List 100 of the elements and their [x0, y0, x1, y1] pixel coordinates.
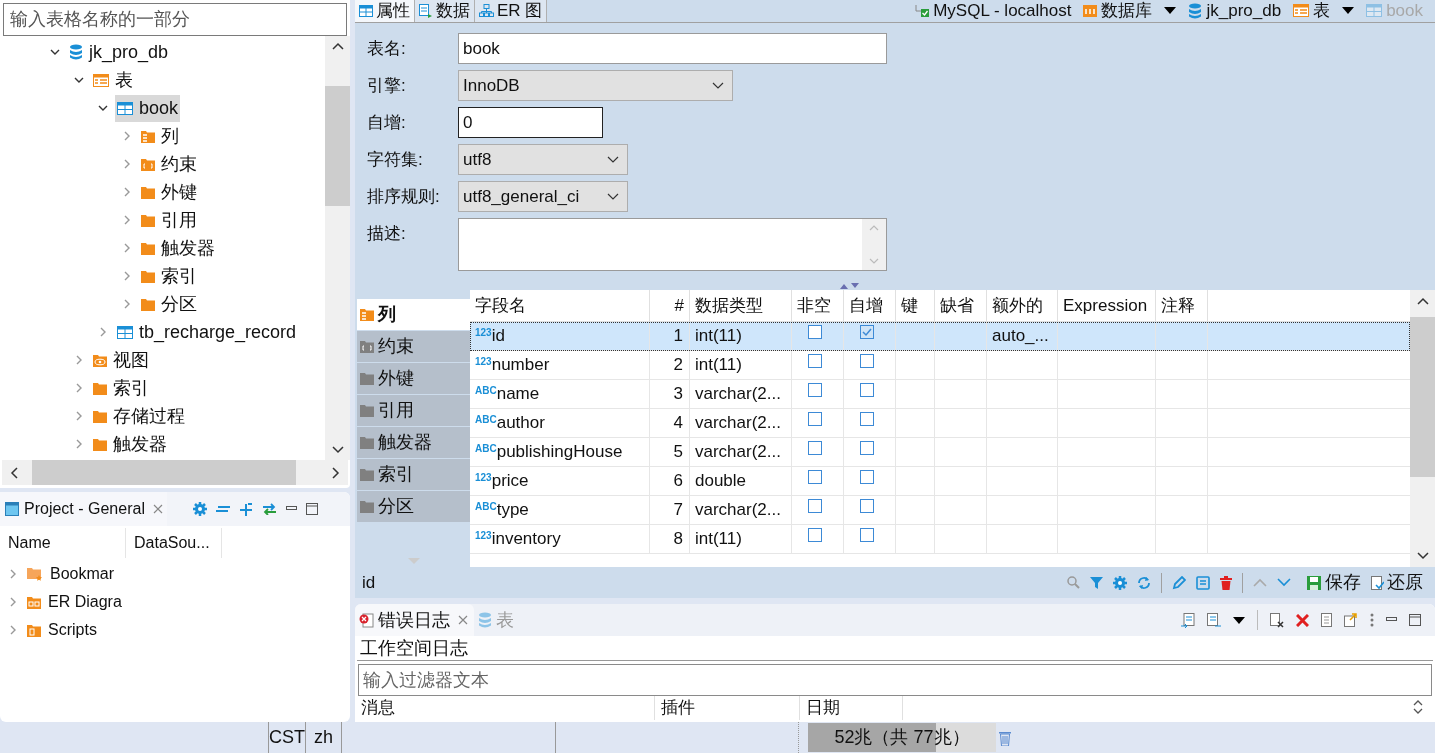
column-header[interactable]: 数据类型 — [690, 290, 792, 321]
tree-item[interactable]: 存储过程 — [91, 402, 187, 430]
tree-item[interactable]: 触发器 — [91, 430, 169, 458]
editor-tab[interactable]: ER 图 — [475, 0, 548, 22]
checkbox[interactable] — [807, 354, 822, 368]
settings-icon[interactable] — [192, 502, 207, 516]
pencil-icon[interactable] — [1172, 575, 1186, 590]
column-header[interactable]: 自增 — [844, 290, 896, 321]
splitter-arrows-icon[interactable] — [840, 283, 860, 289]
tree-item[interactable]: Scripts — [27, 618, 97, 642]
dropdown-icon[interactable] — [1342, 6, 1355, 15]
trash-icon[interactable] — [1220, 575, 1232, 590]
tree-item[interactable]: jk_pro_db — [67, 38, 171, 66]
filter-field[interactable]: 输入表格名称的一部分 — [3, 3, 347, 36]
refresh-icon[interactable] — [1137, 575, 1151, 590]
more-icon[interactable] — [1370, 613, 1374, 627]
side-tab[interactable]: 外键 — [357, 363, 470, 394]
scrollbar-thumb[interactable] — [1410, 317, 1435, 477]
checkbox[interactable] — [859, 354, 874, 368]
checkbox[interactable] — [807, 499, 822, 513]
checkbox[interactable] — [807, 325, 822, 339]
vertical-scrollbar[interactable] — [325, 36, 350, 460]
tree-item[interactable]: book — [115, 94, 181, 122]
scrollbar-thumb[interactable] — [325, 86, 350, 206]
import-log-icon[interactable] — [1207, 612, 1221, 628]
tree-item[interactable]: 触发器 — [139, 234, 217, 262]
column-header[interactable]: # — [650, 290, 690, 321]
close-icon[interactable] — [152, 504, 163, 514]
dropdown-icon[interactable] — [1164, 6, 1177, 15]
breadcrumb[interactable]: MySQL - localhost — [915, 0, 1072, 24]
column-header[interactable]: 日期 — [800, 696, 903, 720]
swap-arrows-icon[interactable] — [261, 503, 277, 515]
checkbox[interactable] — [859, 325, 874, 339]
memory-bar[interactable]: 52兆（共 77兆） — [808, 723, 996, 752]
trash-icon[interactable] — [999, 729, 1011, 746]
export-log-icon[interactable] — [1181, 612, 1195, 628]
tree-item[interactable]: 引用 — [139, 206, 199, 234]
breadcrumb[interactable]: jk_pro_db — [1188, 0, 1282, 24]
document-icon[interactable] — [1321, 613, 1332, 627]
tree-item[interactable]: tb_recharge_record — [115, 318, 299, 346]
text-field[interactable]: book — [458, 33, 887, 64]
checkbox[interactable] — [807, 528, 822, 542]
panel-tab[interactable]: Project - General — [0, 492, 167, 526]
spinner-icon[interactable] — [1413, 700, 1423, 714]
column-header[interactable]: 消息 — [355, 696, 655, 720]
vertical-scrollbar[interactable] — [1410, 290, 1435, 567]
text-field[interactable]: 0 — [458, 107, 603, 138]
tree-item[interactable]: ER Diagra — [27, 590, 122, 614]
column-header[interactable]: 字段名 — [470, 290, 650, 321]
checkbox[interactable] — [807, 412, 822, 426]
checkbox[interactable] — [859, 383, 874, 397]
vertical-scrollbar[interactable] — [862, 219, 886, 270]
dropdown-icon[interactable] — [1233, 616, 1245, 624]
tree-item[interactable]: 约束 — [139, 150, 199, 178]
checkbox[interactable] — [807, 441, 822, 455]
editor-tab[interactable]: 属性 — [355, 0, 415, 22]
checkbox[interactable] — [859, 499, 874, 513]
panel-tab[interactable]: 错误日志 — [355, 604, 474, 636]
filter-field[interactable]: 输入过滤器文本 — [358, 664, 1432, 696]
checkbox[interactable] — [807, 383, 822, 397]
checkbox[interactable] — [807, 470, 822, 484]
open-log-icon[interactable] — [1344, 613, 1358, 627]
form-icon[interactable] — [1196, 575, 1210, 590]
column-header[interactable]: Expression — [1058, 290, 1156, 321]
save-button[interactable]: 保存 — [1307, 569, 1361, 596]
scrollbar-thumb[interactable] — [32, 460, 296, 485]
minimize-icon[interactable] — [285, 506, 297, 512]
side-tab[interactable]: 约束 — [357, 331, 470, 362]
side-tab[interactable]: 引用 — [357, 395, 470, 426]
column-header[interactable]: 插件 — [655, 696, 800, 720]
column-header[interactable]: DataSou... — [126, 528, 222, 558]
tree-item[interactable]: 列 — [139, 122, 181, 150]
filter-icon[interactable] — [1090, 575, 1103, 590]
dropdown[interactable]: utf8_general_ci — [458, 181, 628, 212]
editor-tab[interactable]: 数据 — [415, 0, 475, 22]
column-header[interactable]: 注释 — [1156, 290, 1208, 321]
search-icon[interactable] — [1067, 576, 1080, 589]
chevron-down-icon[interactable] — [1277, 578, 1291, 587]
tree-item[interactable]: 表 — [91, 66, 135, 94]
breadcrumb[interactable]: 表 — [1293, 0, 1331, 24]
plus-icon[interactable] — [238, 502, 253, 516]
settings-icon[interactable] — [1113, 575, 1127, 590]
delete-icon[interactable] — [1296, 613, 1309, 627]
revert-button[interactable]: 还原 — [1371, 569, 1423, 596]
maximize-icon[interactable] — [305, 503, 318, 515]
checkbox[interactable] — [859, 441, 874, 455]
tree-item[interactable]: 分区 — [139, 290, 199, 318]
horizontal-scrollbar[interactable] — [2, 460, 348, 485]
clear-log-icon[interactable] — [1270, 612, 1284, 628]
breadcrumb[interactable]: 数据库 — [1083, 0, 1153, 24]
dropdown[interactable]: InnoDB — [458, 70, 733, 101]
tree-item[interactable]: 索引 — [91, 374, 151, 402]
checkbox[interactable] — [859, 470, 874, 484]
minimize-icon[interactable] — [1386, 617, 1397, 623]
column-header[interactable]: Name — [0, 528, 126, 558]
column-header[interactable]: 缺省 — [935, 290, 987, 321]
tree-item[interactable]: 外键 — [139, 178, 199, 206]
tree-item[interactable]: 索引 — [139, 262, 199, 290]
dropdown[interactable]: utf8 — [458, 144, 628, 175]
collapse-all-icon[interactable] — [215, 504, 230, 514]
